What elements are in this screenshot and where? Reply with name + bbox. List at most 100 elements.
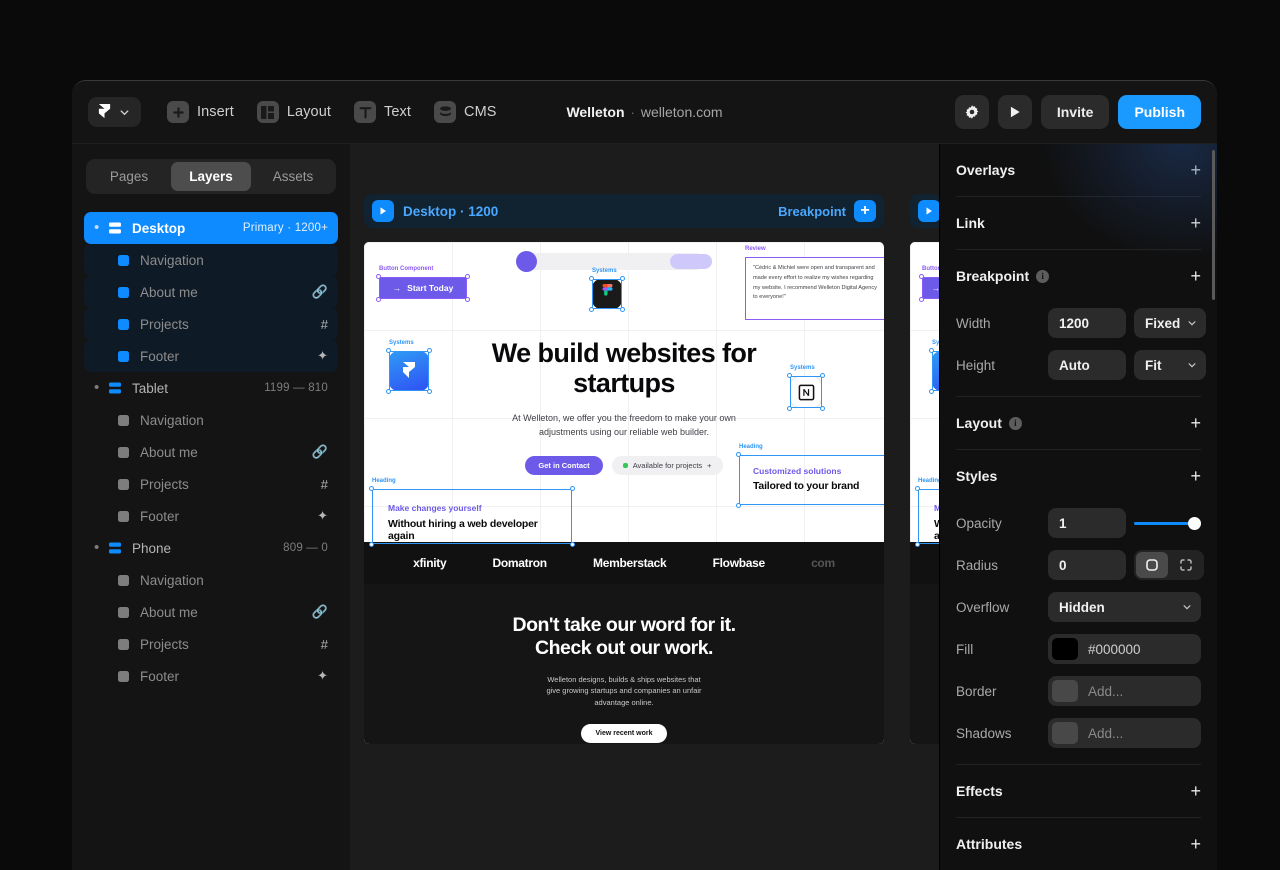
height-mode-select[interactable]: Fit — [1134, 350, 1206, 380]
add-attribute-button[interactable]: + — [1190, 835, 1201, 853]
layer-row-footer[interactable]: Footer ✦ — [84, 660, 338, 692]
prop-row-height: Height Auto Fit — [956, 344, 1206, 386]
breakpoint-group-icon — [109, 542, 121, 554]
selection-figma-icon[interactable]: Systems — [589, 268, 625, 312]
layer-row-navigation[interactable]: Navigation — [84, 564, 338, 596]
layer-row-navigation[interactable]: Navigation — [84, 404, 338, 436]
text-label: Text — [384, 104, 412, 120]
selection-left-text-block[interactable]: Heading Make changes yourself Without hi… — [369, 478, 575, 547]
add-style-button[interactable]: + — [1190, 467, 1201, 485]
selection-left-text-block-tablet[interactable]: Heading Make changes yourself Without hi… — [915, 478, 939, 547]
layer-row-footer[interactable]: Footer ✦ — [84, 500, 338, 532]
add-layout-button[interactable]: + — [1190, 414, 1201, 432]
artboard-tablet[interactable]: Button Component → Start Today Systems — [910, 242, 939, 744]
topbar-actions: Invite Publish — [954, 95, 1201, 129]
selection-review-card[interactable]: Review "Cédric & Michiel were open and t… — [745, 246, 884, 320]
width-input[interactable]: 1200 — [1048, 308, 1126, 338]
canvas-area[interactable]: Desktop · 1200 Breakpoint + Button Compo… — [350, 144, 939, 870]
inspector-scroll-content: Overlays + Link + Breakpoint i + Width 1… — [940, 144, 1217, 870]
inspector-scrollbar[interactable] — [1212, 150, 1215, 300]
view-recent-work-button[interactable]: View recent work — [581, 723, 667, 743]
nav-avatar-purple — [516, 251, 537, 272]
layer-row-desktop[interactable]: • Desktop Primary · 1200+ — [84, 212, 338, 244]
shadows-swatch[interactable] — [1052, 722, 1078, 744]
site-name: Welleton — [566, 104, 625, 120]
selection-start-today[interactable]: Button Component → Start Today — [376, 266, 470, 302]
width-mode-select[interactable]: Fixed — [1134, 308, 1206, 338]
section-breakpoint[interactable]: Breakpoint i + — [956, 250, 1201, 302]
border-add-label[interactable]: Add... — [1082, 684, 1123, 699]
border-color-swatch[interactable] — [1052, 680, 1078, 702]
invite-button[interactable]: Invite — [1040, 95, 1110, 129]
radius-individual-icon[interactable] — [1170, 552, 1202, 578]
fill-color-swatch[interactable] — [1052, 638, 1078, 660]
preview-button[interactable] — [997, 95, 1032, 129]
layer-row-footer[interactable]: Footer ✦ — [84, 340, 338, 372]
selection-right-text-block[interactable]: Heading Customized solutions Tailored to… — [736, 444, 884, 508]
layer-name: Projects — [140, 316, 189, 332]
app-logo-menu[interactable] — [88, 97, 141, 127]
overflow-value: Hidden — [1059, 599, 1105, 615]
layer-row-navigation[interactable]: Navigation — [84, 244, 338, 276]
fill-hex-value[interactable]: #000000 — [1082, 642, 1141, 657]
overflow-select[interactable]: Hidden — [1048, 592, 1201, 622]
slider-knob[interactable] — [1188, 516, 1201, 530]
radius-label: Radius — [956, 557, 999, 573]
breakpoint-label: Breakpoint — [778, 203, 846, 219]
info-icon[interactable]: i — [1036, 269, 1050, 283]
add-overlay-button[interactable]: + — [1190, 161, 1201, 179]
fill-control[interactable]: #000000 — [1048, 634, 1201, 664]
prop-row-width: Width 1200 Fixed — [956, 302, 1206, 344]
frame-header-tablet[interactable] — [910, 194, 939, 228]
layer-row-projects[interactable]: Projects # — [84, 628, 338, 660]
layer-row-projects[interactable]: Projects # — [84, 308, 338, 340]
selection-start-today-tablet[interactable]: Button Component → Start Today — [919, 266, 939, 302]
settings-button[interactable] — [954, 95, 989, 129]
tab-pages[interactable]: Pages — [89, 162, 169, 191]
shadows-control[interactable]: Add... — [1048, 718, 1201, 748]
add-breakpoint-button[interactable]: + — [854, 200, 876, 222]
opacity-slider[interactable] — [1134, 508, 1201, 538]
section-styles[interactable]: Styles + — [956, 450, 1201, 502]
get-in-contact-button[interactable]: Get in Contact — [525, 456, 603, 475]
layout-button[interactable]: Layout — [249, 94, 343, 130]
add-link-button[interactable]: + — [1190, 214, 1201, 232]
add-effect-button[interactable]: + — [1190, 782, 1201, 800]
sidebar-tabs: Pages Layers Assets — [86, 159, 336, 194]
shadows-add-label[interactable]: Add... — [1082, 726, 1123, 741]
play-icon[interactable] — [372, 200, 394, 222]
layer-row-tablet[interactable]: • Tablet 1199 — 810 — [84, 372, 338, 404]
artboard-desktop[interactable]: Button Component → Start Today Systems R… — [364, 242, 884, 744]
add-breakpoint-button[interactable]: + — [1190, 267, 1201, 285]
height-input[interactable]: Auto — [1048, 350, 1126, 380]
layer-row-phone[interactable]: • Phone 809 — 0 — [84, 532, 338, 564]
section-link[interactable]: Link + — [956, 197, 1201, 249]
info-icon[interactable]: i — [1008, 416, 1022, 430]
overflow-label: Overflow — [956, 599, 1010, 615]
available-badge[interactable]: Available for projects + — [611, 456, 723, 475]
radius-all-icon[interactable] — [1136, 552, 1168, 578]
layer-row-projects[interactable]: Projects # — [84, 468, 338, 500]
selection-tag: Heading — [372, 478, 396, 484]
publish-button[interactable]: Publish — [1118, 95, 1201, 129]
cms-button[interactable]: CMS — [426, 94, 509, 130]
section-layout[interactable]: Layout i + — [956, 397, 1201, 449]
play-icon[interactable] — [918, 200, 939, 222]
radius-input[interactable]: 0 — [1048, 550, 1126, 580]
layer-swatch-icon — [118, 446, 129, 458]
tab-assets[interactable]: Assets — [253, 162, 333, 191]
opacity-input[interactable]: 1 — [1048, 508, 1126, 538]
section-effects[interactable]: Effects + — [956, 765, 1201, 817]
layer-row-about-me[interactable]: About me 🔗 — [84, 276, 338, 308]
section-title: Overlays — [956, 162, 1016, 178]
layer-row-about-me[interactable]: About me 🔗 — [84, 436, 338, 468]
text-button[interactable]: Text — [346, 94, 423, 130]
frame-header-desktop[interactable]: Desktop · 1200 Breakpoint + — [364, 194, 884, 228]
selection-framer-icon-tablet[interactable]: Systems — [929, 340, 939, 394]
insert-button[interactable]: Insert — [159, 94, 246, 130]
tab-layers[interactable]: Layers — [171, 162, 251, 191]
border-control[interactable]: Add... — [1048, 676, 1201, 706]
section-attributes[interactable]: Attributes + — [956, 818, 1201, 870]
section-overlays[interactable]: Overlays + — [956, 144, 1201, 196]
layer-row-about-me[interactable]: About me 🔗 — [84, 596, 338, 628]
